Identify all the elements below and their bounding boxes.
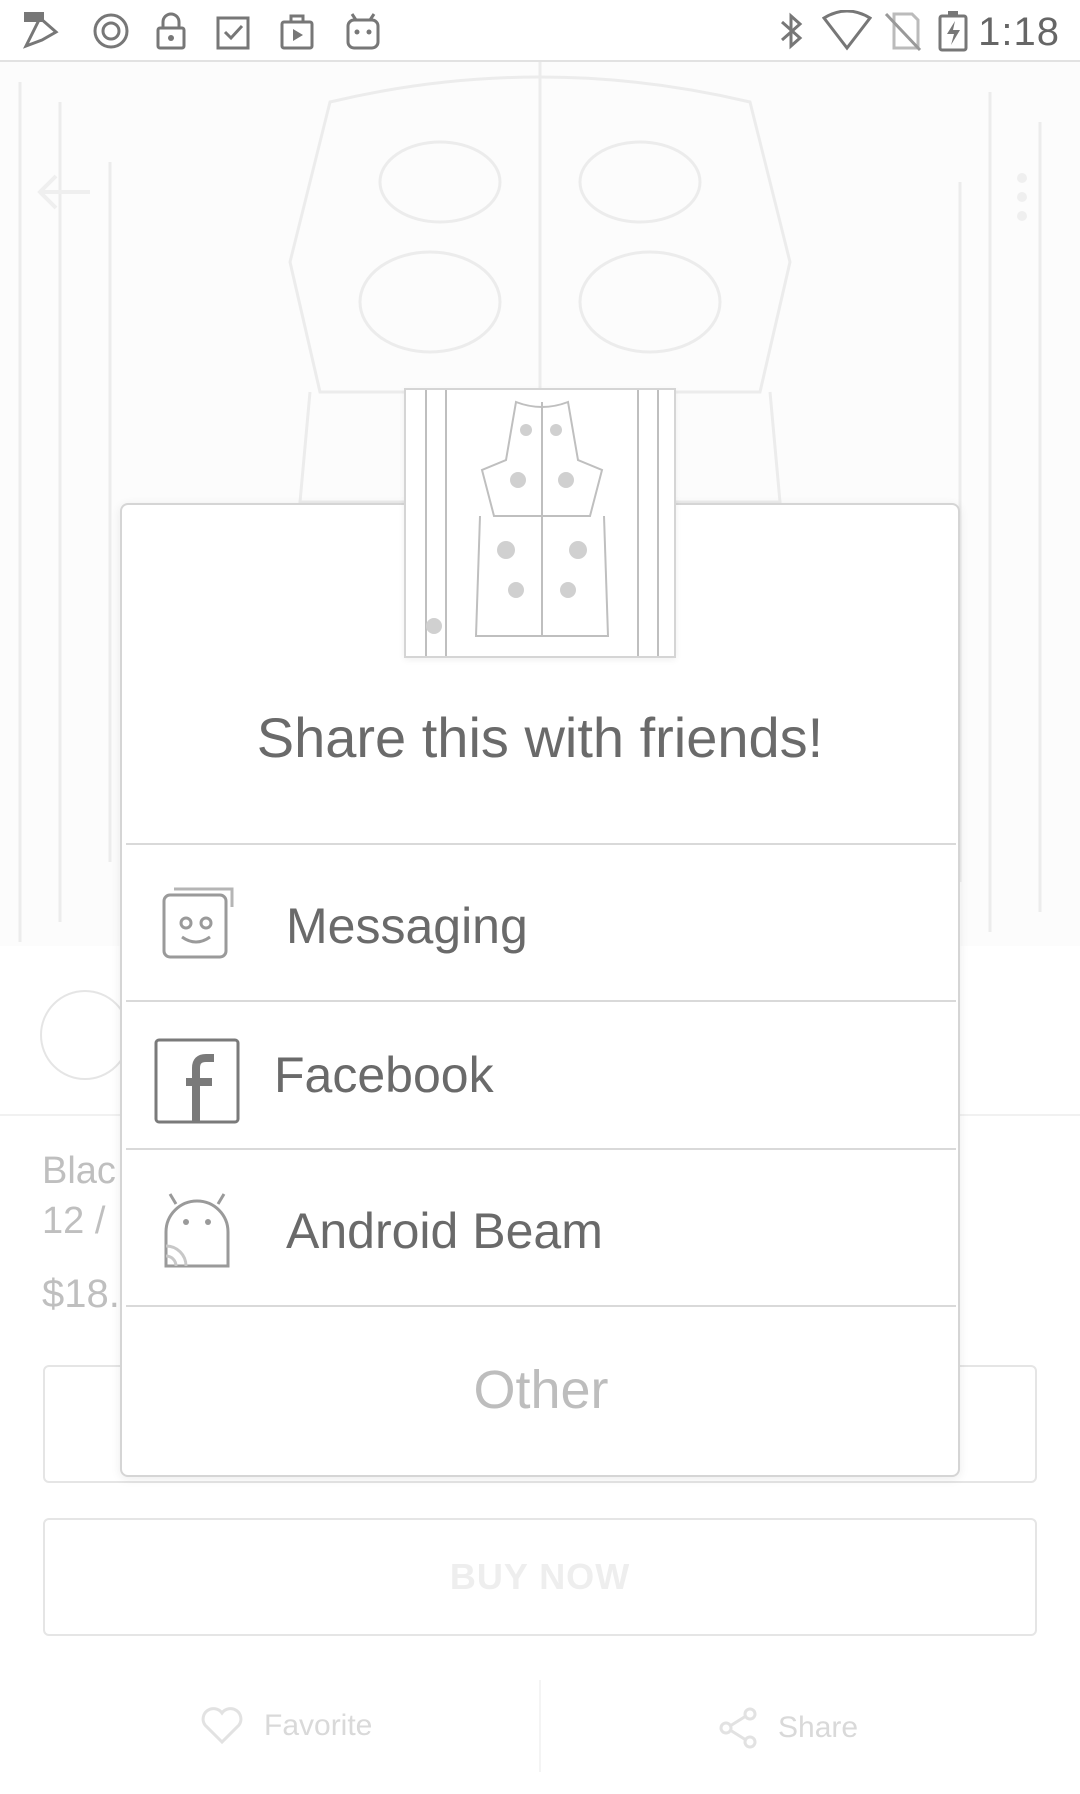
status-bar: 1:18	[0, 0, 1080, 62]
clipboard-check-icon	[216, 16, 250, 50]
messaging-label: Messaging	[286, 898, 528, 954]
messaging-icon	[162, 887, 234, 959]
galaxy-apps-icon	[22, 12, 59, 49]
bluetooth-icon	[781, 12, 803, 50]
play-bag-icon	[280, 14, 314, 50]
android-beam-label: Android Beam	[286, 1203, 603, 1259]
lock-icon	[156, 12, 186, 50]
android-icon	[346, 13, 380, 50]
android-beam-icon	[164, 1193, 230, 1268]
share-option-android-beam[interactable]: Android Beam	[126, 1148, 956, 1305]
share-option-other[interactable]: Other	[126, 1305, 956, 1473]
wifi-icon	[822, 10, 872, 51]
thumbnail-dress-image	[425, 390, 659, 656]
facebook-icon	[154, 1038, 240, 1124]
shared-item-thumbnail	[404, 388, 676, 658]
screen: 1:18 Blac 12 / $18. BUY NOW Favorite Sha…	[0, 0, 1080, 1794]
dialog-title: Share this with friends!	[256, 706, 824, 769]
no-sim-icon	[884, 12, 922, 52]
battery-charging-icon	[938, 11, 968, 52]
status-time: 1:18	[978, 10, 1060, 54]
other-label: Other	[473, 1360, 609, 1420]
share-option-messaging[interactable]: Messaging	[126, 843, 956, 1000]
share-option-facebook[interactable]: Facebook	[126, 1000, 956, 1148]
facebook-label: Facebook	[274, 1047, 494, 1103]
notification-icon	[93, 13, 129, 49]
